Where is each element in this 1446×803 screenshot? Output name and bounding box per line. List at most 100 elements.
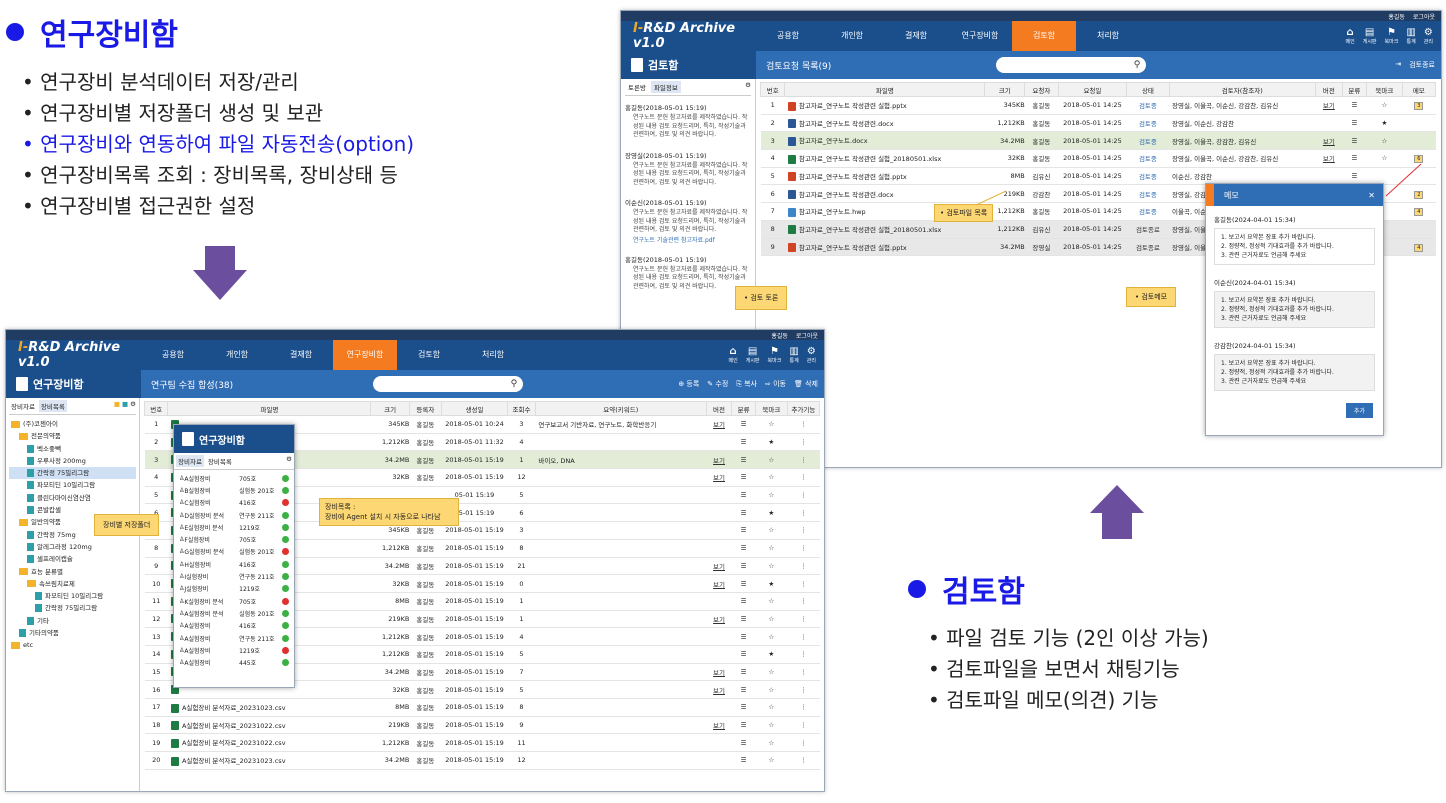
list-icon[interactable]: ☰ [731,627,756,646]
gear-nav-button[interactable]: ⚙ 관리 [1424,27,1433,45]
tab-nav[interactable]: 개인함 [205,340,269,370]
table-row[interactable]: 3 참고자료_연구노트.docx 34.2MB 홍길동 2018-05-01 14:25… [760,131,1436,151]
more-options-icon[interactable]: ⋮ [787,521,820,540]
equipment-item[interactable]: ♙ B실험장비 실험동 201호 [179,484,289,496]
more-options-icon[interactable]: ⋮ [787,680,820,699]
bookmark-star-icon[interactable]: ☆ [755,751,788,770]
list-icon[interactable]: ☰ [731,468,756,487]
file-name-cell[interactable]: 참고자료_연구노트 작성관련 실험_20180501.xlsx [784,149,985,168]
version-link[interactable]: 보기 [706,610,732,629]
tree-item[interactable]: 간락정 75밀리그람 [9,467,136,480]
more-options-icon[interactable]: ⋮ [787,698,820,717]
equipment-item[interactable]: ♙ A실험장비 416호 [179,620,289,632]
file-name-cell[interactable]: 참고자료_연구노트 작성관련 실험.pptx [784,96,985,115]
list-icon[interactable]: ☰ [731,698,756,717]
list-icon[interactable]: ☰ [731,415,756,434]
file-name-cell[interactable]: 참고자료_연구노트 작성관련 실험.pptx [784,238,985,257]
column-header[interactable]: 생성일 [440,401,509,416]
delete-button[interactable]: 🗑 삭제 [794,379,818,389]
list-icon[interactable]: ☰ [1342,114,1367,133]
memo-text[interactable]: 1. 보고서 요약본 장표 추가 바랍니다. 2. 정량적, 정성적 기대효과를 … [1214,228,1375,265]
tree-item[interactable]: 클린다마이신염산염 [9,492,136,504]
file-name-cell[interactable]: A실험장비 분석자료_20231022.csv [167,716,371,735]
folder-icon[interactable]: ■ [114,400,120,412]
column-header[interactable]: 요청자 [1024,82,1059,97]
board-nav-button[interactable]: ▤ 게시판 [1363,27,1377,45]
more-options-icon[interactable]: ⋮ [787,663,820,682]
tree-item[interactable]: 우루사정 200mg [9,455,136,467]
board-nav-button[interactable]: ▤ 게시판 [746,346,760,364]
more-options-icon[interactable]: ⋮ [787,433,820,452]
more-options-icon[interactable]: ⋮ [787,716,820,735]
list-icon[interactable]: ☰ [1342,131,1367,151]
tree-item[interactable]: 벡소좋빽 [9,443,136,455]
version-link[interactable] [706,627,732,646]
equipment-item[interactable]: ♙ A실험장비 1219호 [179,644,289,656]
column-header[interactable]: 메모 [1401,82,1437,97]
version-link[interactable] [706,503,732,523]
column-header[interactable]: 번호 [143,401,169,416]
tab-equipment-list[interactable]: 장비목록 [38,400,67,412]
tab-nav[interactable]: 결재함 [269,340,333,370]
tree-item[interactable]: 알레그라정 120mg [9,541,136,553]
file-name-cell[interactable]: 참고자료_연구노트 작성관련.docx [784,184,985,204]
bookmark-star-icon[interactable]: ☆ [755,610,788,629]
equipment-item[interactable]: ♙ F실험장비 705호 [179,533,289,545]
version-link[interactable] [706,521,732,540]
app-logo[interactable]: I-R&D Archive v1.0 [621,21,756,51]
list-icon[interactable]: ☰ [731,663,756,682]
list-icon[interactable]: ☰ [731,592,756,611]
file-name-cell[interactable]: A실험장비 분석자료_20231023.csv [167,751,371,770]
table-row[interactable]: 17 A실험장비 분석자료_20231023.csv 8MB 홍길동 2018-05-0… [144,698,820,717]
tab-nav[interactable]: 처리함 [1076,21,1140,51]
equipment-item[interactable]: ♙ E실험장비 분석 1219호 [179,521,289,533]
bookmark-star-icon[interactable]: ☆ [755,592,788,611]
bookmark-star-icon[interactable]: ☆ [1366,131,1403,151]
search-input[interactable]: ⚲ [373,376,524,392]
table-row[interactable]: 19 A실험장비 분석자료_20231022.csv 1,212KB 홍길동 2018-… [144,733,820,753]
memo-icon[interactable]: 4 [1402,238,1436,257]
tab-equipment-data[interactable]: 장비자료 [9,400,37,412]
bookmark-star-icon[interactable]: ☆ [755,557,788,576]
more-options-icon[interactable]: ⋮ [787,751,820,770]
tab-discussion[interactable]: 토론방 [625,81,649,93]
version-link[interactable]: 보기 [706,574,732,593]
bookmark-star-icon[interactable]: ☆ [755,627,788,646]
table-row[interactable]: 2 참고자료_연구노트 작성관련.docx 1,212KB 홍길동 2018-05-01… [760,114,1436,133]
more-options-icon[interactable]: ⋮ [787,645,820,664]
home-nav-button[interactable]: ⌂ 메인 [1346,27,1355,45]
version-link[interactable]: 보기 [706,450,732,470]
version-link[interactable] [706,539,732,558]
popup-tab-data[interactable]: 장비자료 [176,455,204,467]
list-icon[interactable]: ☰ [731,610,756,629]
tree-item[interactable]: 효능 분류별 [9,566,136,578]
tab-nav[interactable]: 연구장비함 [948,21,1012,51]
popup-tab-list[interactable]: 장비목록 [206,455,234,467]
add-memo-button[interactable]: 추가 [1345,403,1373,418]
more-options-icon[interactable]: ⋮ [787,627,820,646]
version-link[interactable] [706,592,732,611]
tree-item[interactable]: 셀프레이캡슐 [9,553,136,565]
tab-nav[interactable]: 검토함 [1012,21,1076,51]
equipment-item[interactable]: ♙ A실험장비 445호 [179,656,289,668]
list-icon[interactable]: ☰ [731,716,756,735]
version-link[interactable]: 보기 [706,716,732,735]
version-link[interactable]: 보기 [1315,96,1343,115]
memo-icon[interactable] [1402,220,1436,239]
version-link[interactable] [706,486,732,505]
bookmark-star-icon[interactable]: ☆ [755,733,788,753]
bookmark-star-icon[interactable]: ☆ [755,468,788,487]
bookmark-star-icon[interactable]: ☆ [755,415,788,434]
file-name-cell[interactable]: 참고자료_연구노트 작성관련 실험.pptx [784,167,985,186]
version-link[interactable] [706,698,732,717]
more-options-icon[interactable]: ⋮ [787,468,820,487]
file-name-cell[interactable]: 참고자료_연구노트.docx [784,131,985,151]
tab-nav[interactable]: 결재함 [884,21,948,51]
stats-nav-button[interactable]: ▥ 통계 [789,346,798,364]
version-link[interactable]: 보기 [1315,149,1343,168]
more-options-icon[interactable]: ⋮ [787,733,820,753]
list-icon[interactable]: ☰ [731,733,756,753]
equipment-item[interactable]: ♙ G실험장비 분석 실험동 201호 [179,546,289,558]
version-link[interactable]: 보기 [706,663,732,682]
bookmark-star-icon[interactable]: ☆ [755,680,788,699]
